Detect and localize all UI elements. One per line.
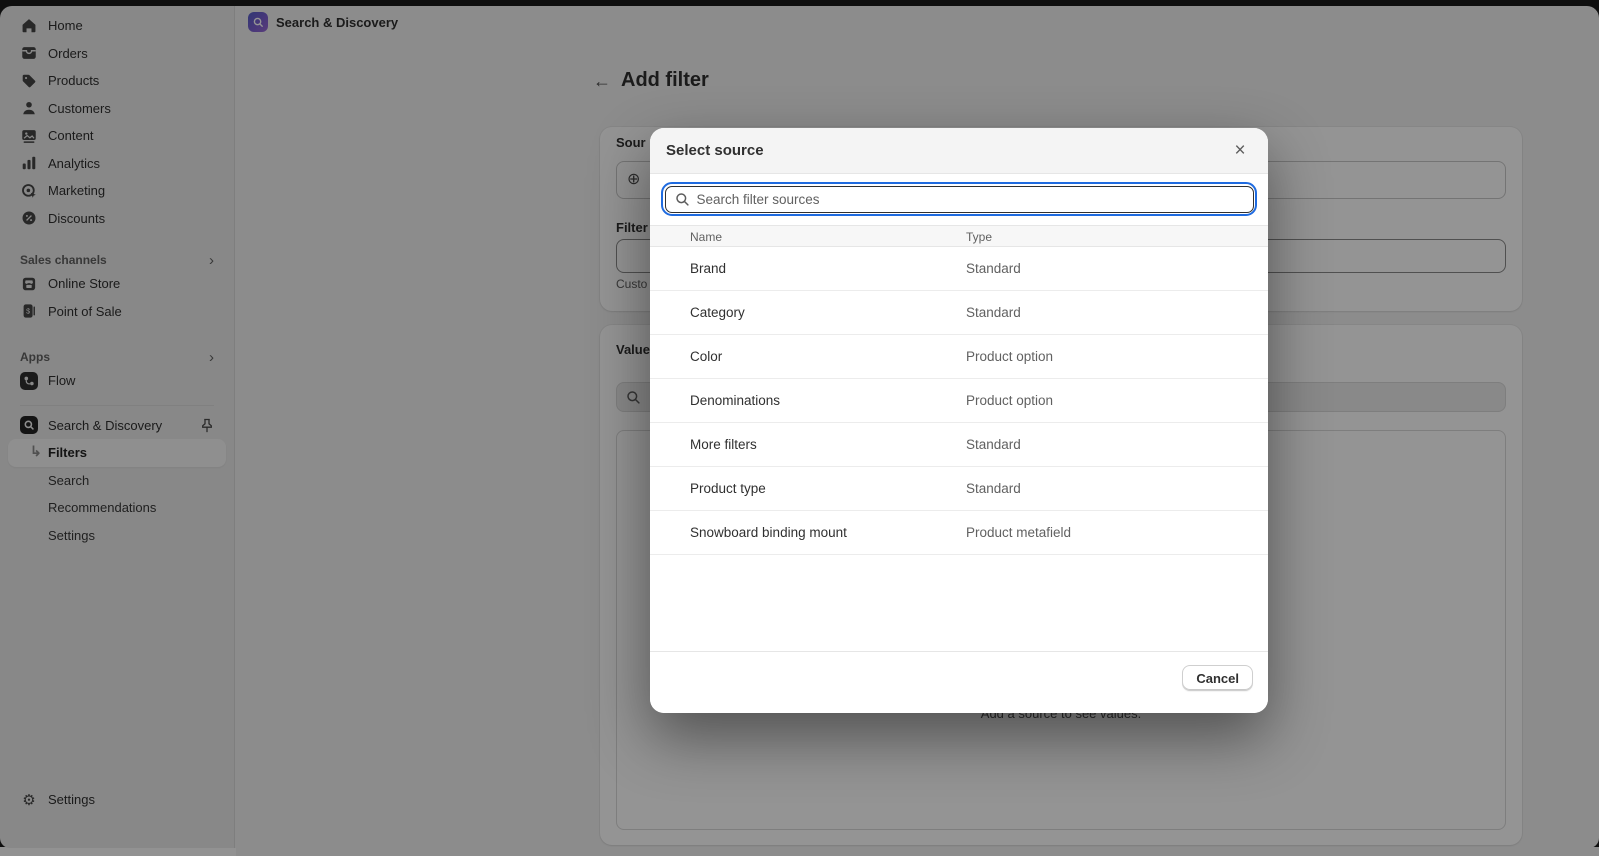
cancel-button[interactable]: Cancel — [1182, 665, 1253, 691]
source-type: Standard — [966, 305, 1021, 320]
column-header-type: Type — [966, 230, 992, 244]
table-row[interactable]: Color Product option — [650, 335, 1268, 379]
close-button[interactable]: × — [1226, 137, 1254, 165]
table-row[interactable]: Snowboard binding mount Product metafiel… — [650, 511, 1268, 555]
source-type: Standard — [966, 261, 1021, 276]
modal-footer: Cancel — [650, 651, 1268, 713]
close-icon: × — [1234, 140, 1245, 162]
source-name: Denominations — [690, 393, 780, 408]
table-row[interactable]: Product type Standard — [650, 467, 1268, 511]
column-header-name: Name — [690, 230, 722, 244]
filter-sources-search-input[interactable] — [697, 192, 1244, 207]
table-row[interactable]: More filters Standard — [650, 423, 1268, 467]
source-type: Product option — [966, 349, 1053, 364]
source-type: Standard — [966, 481, 1021, 496]
source-name: Product type — [690, 481, 766, 496]
select-source-modal: Select source × Name Type Brand Standard… — [650, 128, 1268, 713]
table-row[interactable]: Category Standard — [650, 291, 1268, 335]
table-row[interactable]: Denominations Product option — [650, 379, 1268, 423]
source-name: Color — [690, 349, 722, 364]
search-focus-ring — [661, 182, 1257, 216]
modal-header: Select source — [650, 128, 1268, 174]
source-type: Product option — [966, 393, 1053, 408]
source-type: Standard — [966, 437, 1021, 452]
source-type: Product metafield — [966, 525, 1071, 540]
table-header: Name Type — [650, 225, 1268, 247]
source-name: Snowboard binding mount — [690, 525, 847, 540]
search-icon — [675, 192, 690, 207]
source-name: More filters — [690, 437, 757, 452]
source-table: Brand Standard Category Standard Color P… — [650, 247, 1268, 555]
table-row[interactable]: Brand Standard — [650, 247, 1268, 291]
source-name: Brand — [690, 261, 726, 276]
source-name: Category — [690, 305, 745, 320]
modal-title: Select source — [666, 142, 764, 159]
